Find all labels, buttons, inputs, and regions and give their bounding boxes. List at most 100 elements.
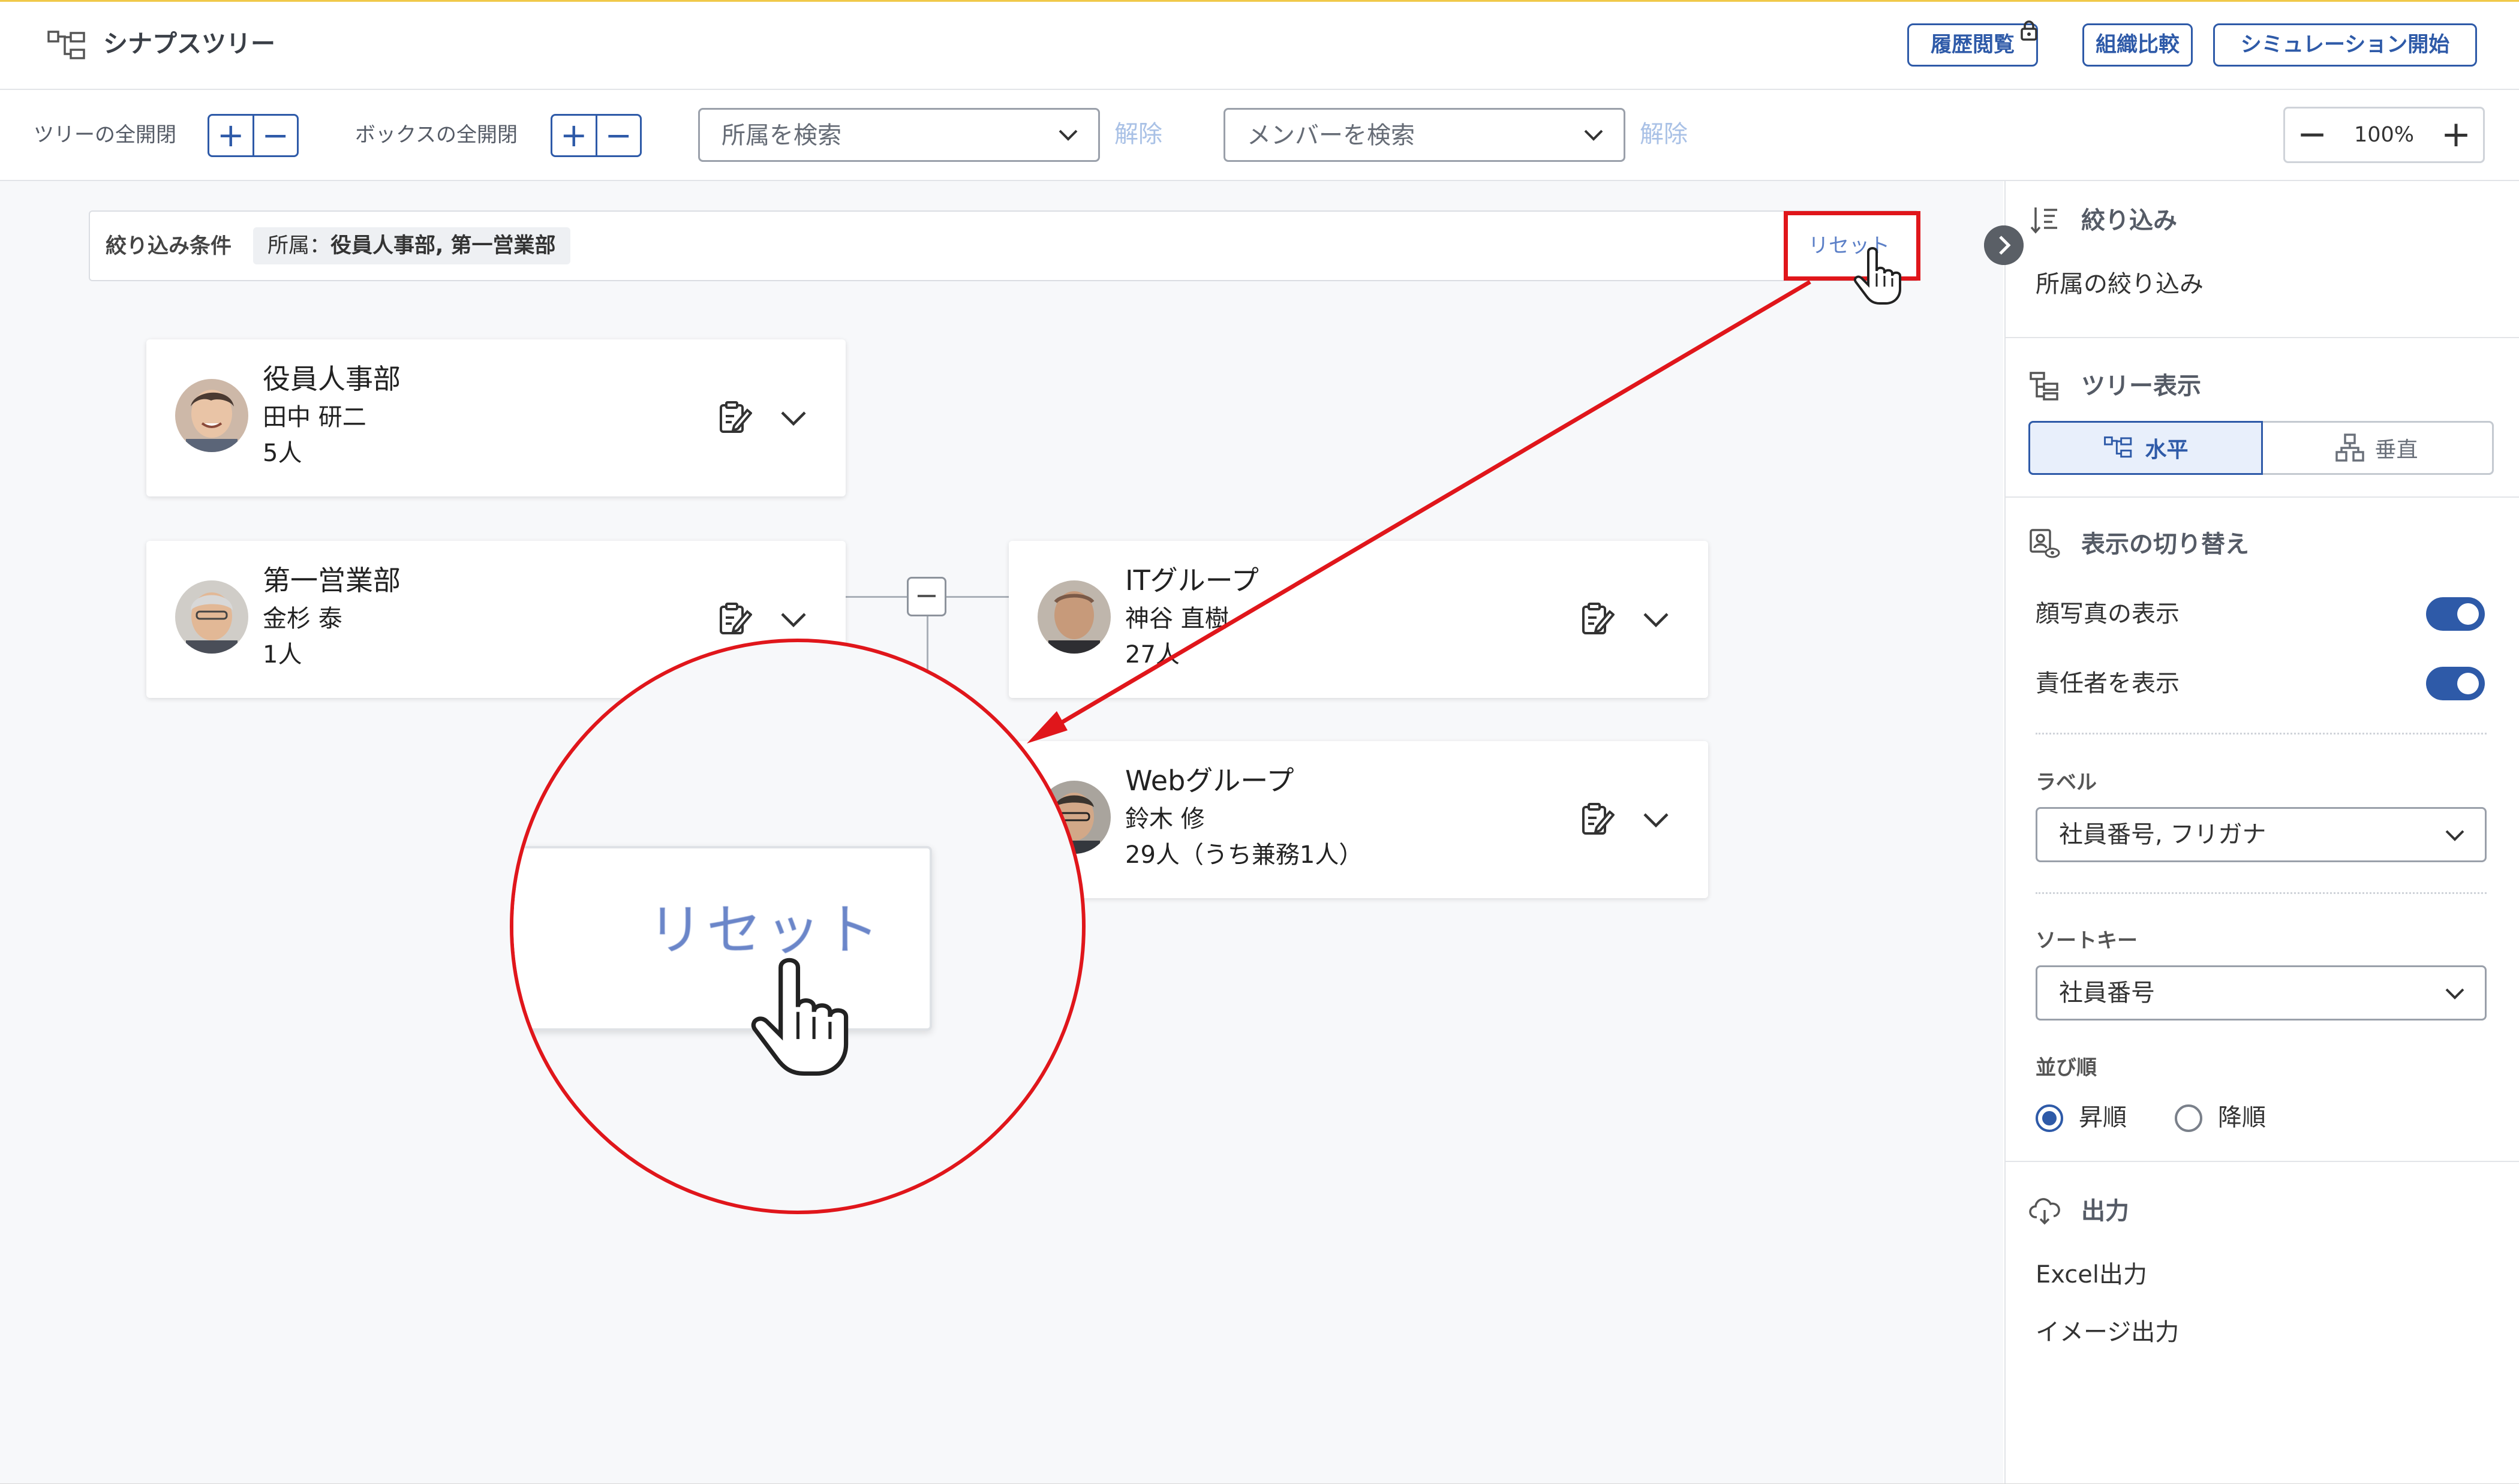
org-member-count: 5人 [263,440,302,467]
face-photo-label: 顔写真の表示 [2036,600,2180,628]
member-search-select[interactable]: メンバーを検索 [1224,108,1625,162]
order-title: 並び順 [2036,1056,2097,1080]
memo-icon[interactable] [716,601,752,637]
filter-chip-key: 所属： [267,234,331,258]
box-expand-all-button[interactable]: + [552,116,596,155]
manager-toggle[interactable] [2426,667,2485,700]
asc-radio[interactable] [2036,1104,2063,1132]
zoom-callout-circle: リセット [510,639,1086,1214]
dept-search-placeholder: 所属を検索 [722,122,841,149]
manager-label: 責任者を表示 [2036,670,2180,697]
dept-clear-button[interactable]: 解除 [1114,118,1162,151]
dotted-divider [2036,892,2487,894]
chevron-down-icon[interactable] [1641,809,1671,830]
org-name: ITグループ [1125,564,1259,597]
filter-label: 絞り込み条件 [106,234,232,258]
label-select-value: 社員番号, フリガナ [2059,821,2267,848]
toolbar: ツリーの全開閉 + − ボックスの全開閉 + − 所属を検索 解除 メンバーを検… [0,90,2519,181]
box-toggle-label: ボックスの全開閉 [355,123,518,147]
memo-icon[interactable] [1579,601,1615,637]
horizontal-tree-icon [2104,436,2132,458]
avatar [175,580,248,654]
excel-export-link[interactable]: Excel出力 [2036,1258,2147,1292]
tree-orientation-toggle: 水平 垂直 [2028,421,2494,475]
org-leader: 田中 研二 [263,404,366,431]
image-export-link[interactable]: イメージ出力 [2036,1316,2179,1349]
avatar [175,379,248,452]
tree-expand-all-button[interactable]: + [209,116,252,155]
chevron-right-icon[interactable] [1984,225,2024,265]
memo-icon[interactable] [1579,801,1615,837]
simulation-start-button[interactable]: シミュレーション開始 [2213,23,2477,67]
chevron-down-icon [2445,988,2464,1000]
tree-toggle-label: ツリーの全開閉 [34,123,176,147]
dept-filter-link[interactable]: 所属の絞り込み [2036,267,2204,301]
zoom-out-button[interactable]: − [2285,109,2339,161]
tree-toggle-buttons: + − [208,114,299,157]
org-compare-button[interactable]: 組織比較 [2082,23,2193,67]
chevron-down-icon [1584,130,1603,141]
org-leader: 金杉 泰 [263,605,342,633]
desc-radio[interactable] [2175,1104,2202,1132]
filter-section-title: 絞り込み [2081,207,2177,234]
section-divider [2004,496,2519,498]
vertical-tree-icon [2335,434,2365,462]
vertical-option[interactable]: 垂直 [2261,423,2492,473]
chevron-down-icon [1059,130,1078,141]
sort-key-select[interactable]: 社員番号 [2036,965,2487,1021]
branch-collapse-button[interactable]: − [907,577,946,616]
chevron-down-icon[interactable] [1641,609,1671,630]
member-clear-button[interactable]: 解除 [1640,118,1688,151]
asc-label: 昇順 [2079,1104,2127,1131]
org-member-count: 27人 [1125,641,1180,669]
chevron-down-icon[interactable] [778,609,808,630]
vertical-label: 垂直 [2374,438,2418,462]
dotted-divider [2036,733,2487,735]
horizontal-option[interactable]: 水平 [2028,421,2263,475]
tree-view-icon [2030,372,2058,401]
filter-chip: 所属：役員人事部, 第一営業部 [253,227,570,264]
section-divider [2004,1161,2519,1162]
cloud-download-icon [2029,1198,2060,1225]
zoom-control: − 100% + [2283,107,2485,163]
face-photo-toggle[interactable] [2426,597,2485,631]
chevron-down-icon[interactable] [778,408,808,428]
desc-label: 降順 [2218,1104,2266,1131]
org-leader: 神谷 直樹 [1125,605,1229,633]
avatar [1038,580,1111,654]
org-name: 役員人事部 [263,363,401,395]
dept-search-select[interactable]: 所属を検索 [698,108,1100,162]
sort-filter-icon [2030,207,2057,234]
zoom-in-button[interactable]: + [2429,109,2483,161]
sort-key-title: ソートキー [2036,929,2138,953]
org-card[interactable]: ITグループ 神谷 直樹 27人 [1009,541,1708,698]
org-name: Webグループ [1125,764,1294,797]
app-header: シナプスツリー 履歴閲覧 組織比較 シミュレーション開始 [0,2,2519,90]
org-card[interactable]: 役員人事部 田中 研二 5人 [146,339,846,496]
display-section-title: 表示の切り替え [2081,531,2249,558]
hand-cursor-icon [1854,247,1901,305]
output-section-title: 出力 [2081,1197,2129,1225]
tree-collapse-all-button[interactable]: − [252,116,297,155]
org-member-count: 1人 [263,641,302,669]
org-card[interactable]: Webグループ 鈴木 修 29人（うち兼務1人） [1009,741,1708,898]
lock-icon [2021,20,2037,41]
org-name: 第一営業部 [263,564,401,597]
zoom-callout-box: リセット [513,846,932,1076]
chevron-down-icon [2445,830,2464,841]
zoom-level: 100% [2353,123,2415,147]
horizontal-label: 水平 [2145,438,2189,462]
display-toggle-icon [2030,529,2060,558]
hand-cursor-icon [751,958,849,1076]
label-select[interactable]: 社員番号, フリガナ [2036,807,2487,862]
box-collapse-all-button[interactable]: − [595,116,641,155]
label-field-title: ラベル [2036,770,2097,794]
memo-icon[interactable] [716,399,752,435]
member-search-placeholder: メンバーを検索 [1247,122,1415,149]
history-button[interactable]: 履歴閲覧 [1907,23,2038,67]
box-toggle-buttons: + − [551,114,642,157]
org-leader: 鈴木 修 [1125,805,1205,833]
sort-key-value: 社員番号 [2059,979,2155,1007]
tree-view-section-title: ツリー表示 [2081,372,2201,400]
section-divider [2004,337,2519,338]
